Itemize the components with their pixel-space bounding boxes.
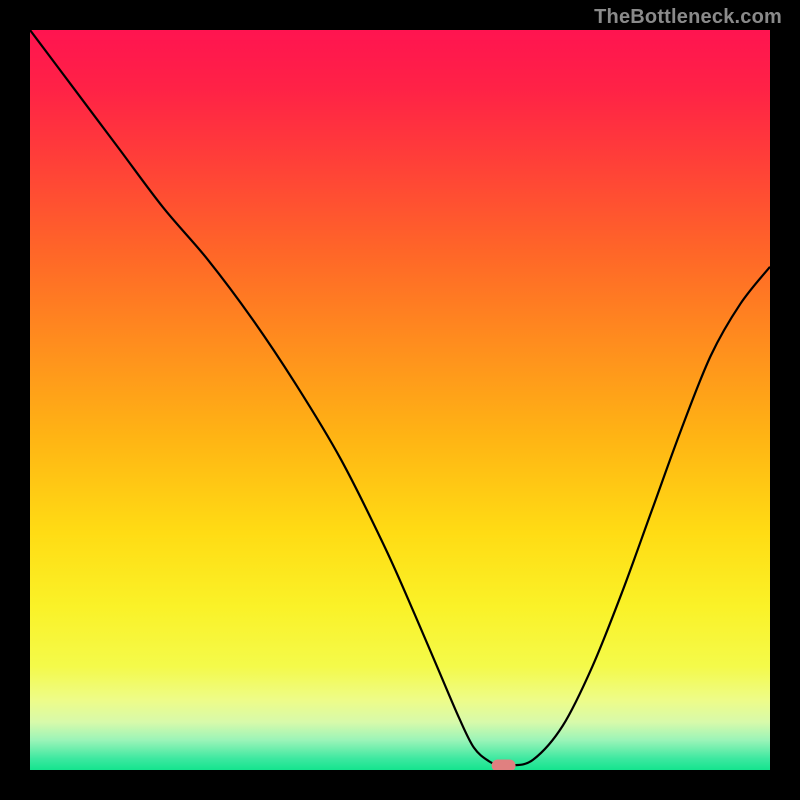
- gradient-background: [30, 30, 770, 770]
- chart-svg: [30, 30, 770, 770]
- optimal-point-marker: [492, 760, 516, 770]
- watermark-text: TheBottleneck.com: [594, 6, 782, 29]
- plot-area: [30, 30, 770, 770]
- chart-container: TheBottleneck.com: [0, 0, 800, 800]
